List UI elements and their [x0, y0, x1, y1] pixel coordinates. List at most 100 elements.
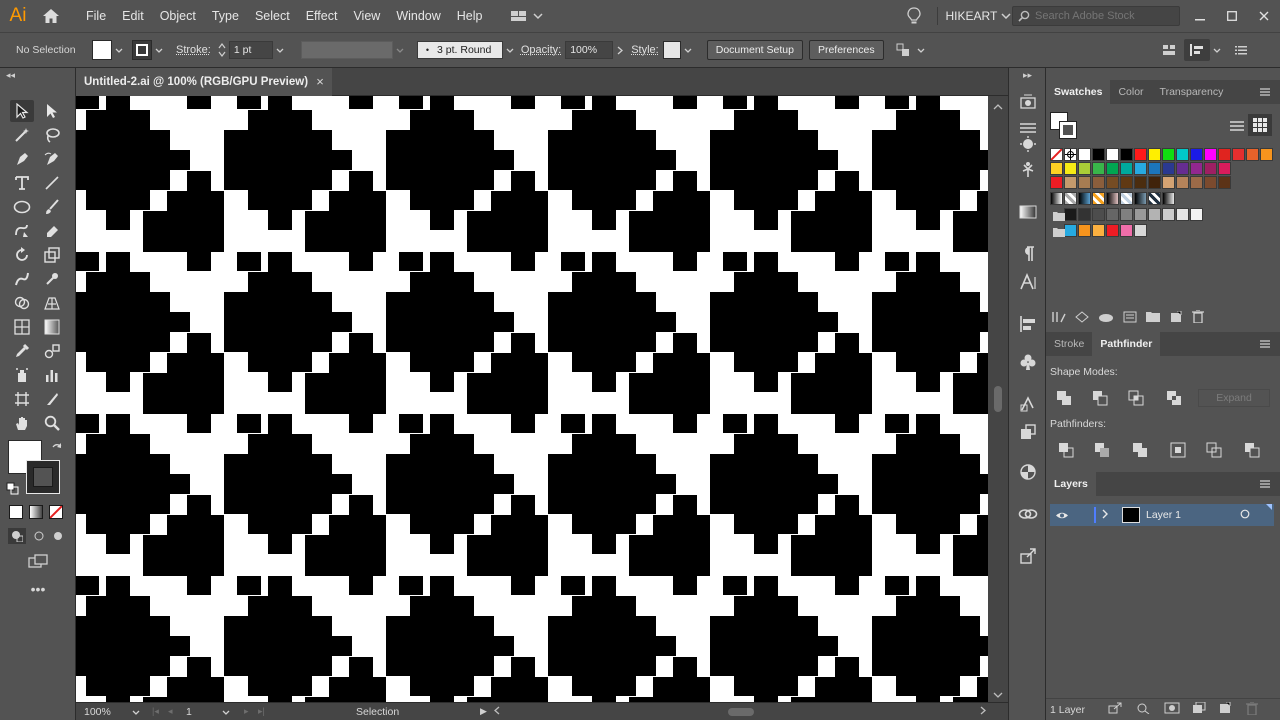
graphic-styles-icon[interactable]: [1016, 420, 1040, 444]
pathfinder-panel-menu-icon[interactable]: [1260, 332, 1270, 356]
make-clipping-mask-icon[interactable]: [1164, 702, 1180, 717]
create-sublayer-icon[interactable]: [1192, 701, 1206, 717]
arrange-documents-icon[interactable]: [505, 0, 549, 32]
stroke-chevron-down-icon[interactable]: [152, 40, 166, 60]
swatch-registration[interactable]: [1064, 148, 1077, 161]
horizontal-scroll-thumb[interactable]: [728, 707, 754, 716]
list-view-icon[interactable]: [1226, 116, 1248, 136]
swatch-color[interactable]: [1064, 208, 1077, 221]
swatch-color[interactable]: [1134, 208, 1147, 221]
new-swatch-icon[interactable]: [1169, 310, 1183, 326]
menu-file[interactable]: File: [78, 0, 114, 32]
opacity-chevron-right-icon[interactable]: [613, 40, 627, 60]
swatch-pattern[interactable]: [1106, 192, 1119, 205]
scroll-down-icon[interactable]: [993, 688, 1003, 698]
swatch-color[interactable]: [1106, 224, 1119, 237]
paintbrush-tool-icon[interactable]: [40, 196, 64, 218]
warp-tool-icon[interactable]: [10, 268, 34, 290]
minus-front-icon[interactable]: [1090, 388, 1110, 408]
variable-width-profile[interactable]: [300, 41, 393, 59]
stroke-weight-chevron-down-icon[interactable]: [273, 40, 287, 60]
selection-tool-icon[interactable]: [10, 100, 34, 122]
delete-layer-icon[interactable]: [1246, 700, 1258, 718]
tab-pathfinder[interactable]: Pathfinder: [1092, 332, 1161, 356]
expand-layer-chevron-icon[interactable]: [1102, 508, 1109, 522]
swatch-color[interactable]: [1148, 148, 1161, 161]
zoom-tool-icon[interactable]: [40, 412, 64, 434]
delete-swatch-icon[interactable]: [1192, 309, 1204, 326]
swatch-pattern[interactable]: [1162, 192, 1175, 205]
swatch-color[interactable]: [1134, 224, 1147, 237]
lightbulb-icon[interactable]: [899, 0, 929, 32]
arrange-chevron-down-icon[interactable]: [914, 40, 928, 60]
stroke-color-swatch[interactable]: [132, 40, 152, 60]
gradient-panel-icon[interactable]: [1016, 200, 1040, 224]
tab-color[interactable]: Color: [1110, 80, 1151, 104]
merge-icon[interactable]: [1130, 440, 1150, 460]
swatch-color[interactable]: [1176, 176, 1189, 189]
vertical-scroll-thumb[interactable]: [994, 386, 1002, 412]
unite-icon[interactable]: [1054, 388, 1074, 408]
swatch-color[interactable]: [1050, 162, 1063, 175]
tab-layers[interactable]: Layers: [1046, 472, 1096, 496]
previous-artboard-icon[interactable]: ◂: [168, 706, 182, 717]
first-artboard-icon[interactable]: |◂: [152, 706, 168, 717]
pen-tool-icon[interactable]: [10, 148, 34, 170]
swap-fill-stroke-icon[interactable]: [50, 442, 64, 456]
fill-color-swatch[interactable]: [92, 40, 112, 60]
swatch-fill-stroke-indicator[interactable]: [1050, 112, 1078, 140]
style-label[interactable]: Style:: [631, 44, 659, 56]
swatch-pattern[interactable]: [1120, 192, 1133, 205]
blend-tool-icon[interactable]: [40, 340, 64, 362]
column-graph-tool-icon[interactable]: [40, 364, 64, 386]
swatch-color[interactable]: [1162, 148, 1175, 161]
brush-definition-field[interactable]: • 3 pt. Round: [416, 41, 503, 59]
rotate-tool-icon[interactable]: [10, 244, 34, 266]
swatches-panel-menu-icon[interactable]: [1260, 80, 1270, 104]
swatch-color[interactable]: [1134, 162, 1147, 175]
swatch-color[interactable]: [1190, 148, 1203, 161]
menu-help[interactable]: Help: [449, 0, 491, 32]
document-setup-button[interactable]: Document Setup: [706, 40, 803, 60]
locate-object-icon[interactable]: [1136, 702, 1150, 717]
direct-selection-tool-icon[interactable]: [40, 100, 64, 122]
menu-select[interactable]: Select: [247, 0, 298, 32]
visibility-eye-icon[interactable]: [1054, 511, 1070, 520]
swatch-color[interactable]: [1092, 208, 1105, 221]
menu-window[interactable]: Window: [388, 0, 448, 32]
artboard-tool-icon[interactable]: [10, 388, 34, 410]
scroll-up-icon[interactable]: [993, 100, 1003, 110]
swatch-pattern[interactable]: [1148, 192, 1161, 205]
close-document-icon[interactable]: ×: [312, 72, 328, 90]
menu-edit[interactable]: Edit: [114, 0, 152, 32]
libraries-icon[interactable]: [1016, 90, 1040, 114]
swatch-color[interactable]: [1218, 148, 1231, 161]
crop-icon[interactable]: [1168, 440, 1188, 460]
links-icon[interactable]: [1016, 502, 1040, 526]
swatch-color[interactable]: [1162, 162, 1175, 175]
layers-panel-menu-icon[interactable]: [1260, 472, 1270, 496]
close-icon[interactable]: [1248, 0, 1280, 32]
swatch-color[interactable]: [1204, 148, 1217, 161]
fill-chevron-down-icon[interactable]: [112, 40, 126, 60]
perspective-grid-tool-icon[interactable]: [40, 292, 64, 314]
layer-row[interactable]: Layer 1: [1050, 504, 1274, 526]
curvature-tool-icon[interactable]: [40, 148, 64, 170]
none-mode-icon[interactable]: [49, 505, 63, 519]
exclude-icon[interactable]: [1164, 388, 1184, 408]
swatch-color[interactable]: [1218, 162, 1231, 175]
swatch-color[interactable]: [1120, 148, 1133, 161]
workspace-switcher[interactable]: HIKEART: [946, 9, 998, 23]
eraser-tool-icon[interactable]: [40, 220, 64, 242]
color-mode-icon[interactable]: [9, 505, 23, 519]
swatch-color[interactable]: [1176, 208, 1189, 221]
control-panel-menu-icon[interactable]: [1230, 40, 1252, 60]
artboard-number-field[interactable]: 1: [182, 705, 222, 719]
color-guide-icon[interactable]: [1016, 460, 1040, 484]
swatch-color[interactable]: [1092, 224, 1105, 237]
swatch-color[interactable]: [1078, 162, 1091, 175]
symbol-sprayer-tool-icon[interactable]: [10, 364, 34, 386]
menu-view[interactable]: View: [345, 0, 388, 32]
minus-back-icon[interactable]: [1242, 440, 1262, 460]
swatch-pattern[interactable]: [1050, 192, 1063, 205]
